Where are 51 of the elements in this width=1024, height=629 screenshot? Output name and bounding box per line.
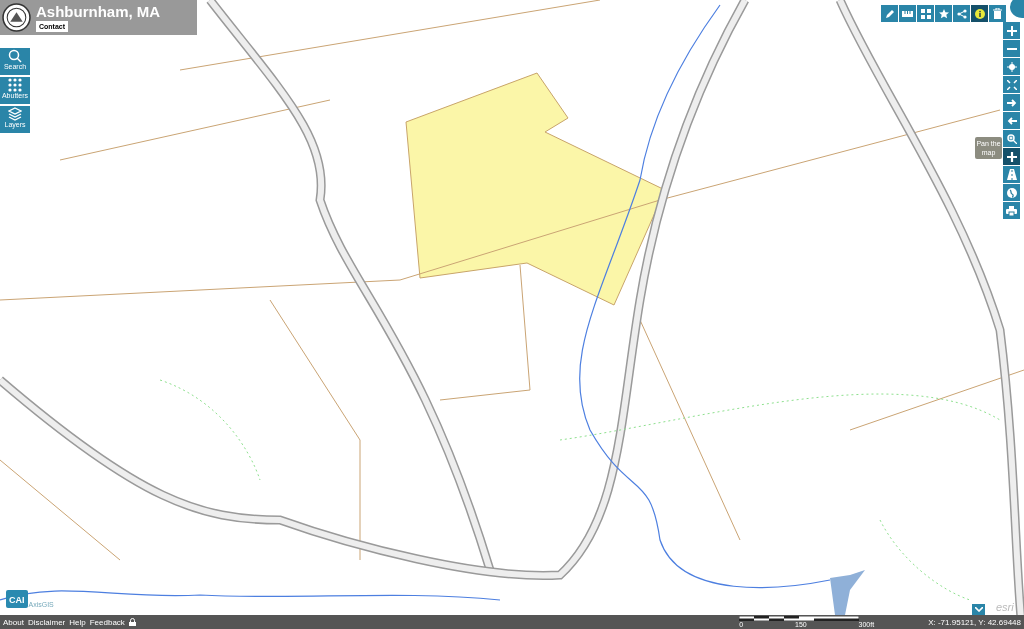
- collapse-button[interactable]: [972, 604, 985, 615]
- ruler-icon: [902, 10, 913, 17]
- minus-icon: [1006, 47, 1017, 50]
- printer-icon: [1006, 205, 1017, 216]
- map-tool-button[interactable]: [1003, 22, 1020, 39]
- toolbar-button[interactable]: [953, 5, 970, 22]
- toolbar-button[interactable]: [881, 5, 898, 22]
- map-tool-button[interactable]: [1003, 94, 1020, 111]
- globe-icon: [1006, 187, 1017, 198]
- lock-icon: [128, 618, 136, 626]
- grid-icon: [920, 8, 931, 19]
- pencil-icon: [884, 8, 895, 19]
- toolbar-button[interactable]: [971, 5, 988, 22]
- pan-icon: [1006, 151, 1017, 162]
- coordinates-readout: X: -71.95121, Y: 42.69448: [928, 617, 1021, 627]
- footer-link[interactable]: About: [3, 617, 24, 627]
- attribution-logo: esri: [996, 601, 1014, 613]
- footer-link[interactable]: Disclaimer: [27, 617, 66, 627]
- toolbar-button[interactable]: [917, 5, 934, 22]
- toolbar-button[interactable]: [989, 5, 1006, 22]
- map-tool-button[interactable]: [1003, 148, 1020, 165]
- footer-link[interactable]: Feedback: [89, 617, 125, 627]
- site-title: Ashburnham, MA: [36, 3, 161, 20]
- map-tool-button[interactable]: [1003, 76, 1020, 93]
- layers-icon: [8, 107, 22, 121]
- left-arrow-icon: [1006, 116, 1017, 125]
- plus-icon: [1006, 25, 1017, 36]
- map-tool-button[interactable]: [1003, 166, 1020, 183]
- map-tool-button[interactable]: [1003, 130, 1020, 147]
- dot-grid-icon: [8, 78, 22, 92]
- crosshair-icon: [1006, 61, 1017, 72]
- full-extent-icon: [1006, 79, 1017, 90]
- road-icon: [1006, 169, 1017, 180]
- toolbar-button[interactable]: [935, 5, 952, 22]
- chevron-down-icon: [974, 607, 983, 612]
- map-tool-button[interactable]: [1003, 202, 1020, 219]
- map-tool-button[interactable]: [1003, 40, 1020, 57]
- map-tool-button[interactable]: [1003, 112, 1020, 129]
- map-tool-button[interactable]: [1003, 184, 1020, 201]
- toolbar-button[interactable]: [899, 5, 916, 22]
- share-icon: [956, 8, 967, 19]
- zoom-icon: [1006, 133, 1017, 144]
- logo-brand: CAI: [6, 590, 28, 608]
- info-icon: [974, 8, 985, 19]
- star-icon: [938, 8, 949, 19]
- map-tool-button[interactable]: [1003, 58, 1020, 75]
- town-seal-icon: [2, 3, 31, 32]
- search-icon: [8, 49, 22, 63]
- footer-link[interactable]: Help: [69, 617, 86, 627]
- trash-icon: [993, 8, 1002, 19]
- right-arrow-icon: [1006, 98, 1017, 107]
